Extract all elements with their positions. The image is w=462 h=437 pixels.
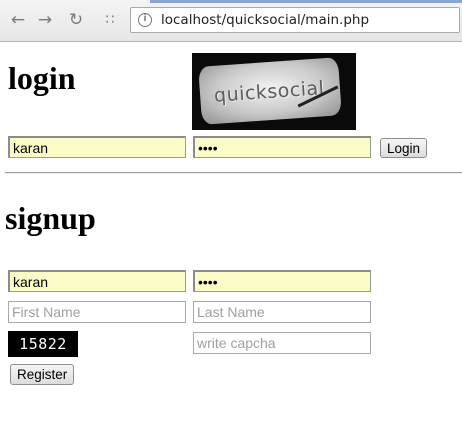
address-bar[interactable]: i localhost/quicksocial/main.php: [130, 7, 460, 33]
login-button[interactable]: Login: [380, 138, 428, 158]
browser-toolbar: ← → ↻ ∷ i localhost/quicksocial/main.php: [0, 0, 462, 42]
login-heading: login: [8, 60, 76, 96]
quicksocial-logo: quicksocial: [192, 53, 356, 130]
register-button[interactable]: Register: [10, 364, 75, 385]
section-divider: [5, 172, 462, 174]
apps-grid-icon[interactable]: ∷: [100, 10, 120, 30]
tab-strip-accent: [150, 0, 462, 3]
signup-heading: signup: [5, 200, 96, 236]
forward-arrow-icon[interactable]: →: [35, 10, 55, 30]
first-name-input[interactable]: [8, 301, 186, 323]
signup-password-input[interactable]: [193, 270, 371, 292]
reload-icon[interactable]: ↻: [66, 10, 86, 30]
login-password-input[interactable]: [193, 136, 371, 158]
page-info-icon[interactable]: i: [138, 13, 152, 27]
last-name-input[interactable]: [193, 301, 371, 323]
signup-username-input[interactable]: [8, 270, 186, 292]
address-bar-url: localhost/quicksocial/main.php: [161, 12, 370, 28]
captcha-image: 15822: [8, 331, 78, 357]
captcha-input[interactable]: [193, 332, 371, 354]
back-arrow-icon[interactable]: ←: [8, 10, 28, 30]
login-username-input[interactable]: [8, 136, 186, 158]
